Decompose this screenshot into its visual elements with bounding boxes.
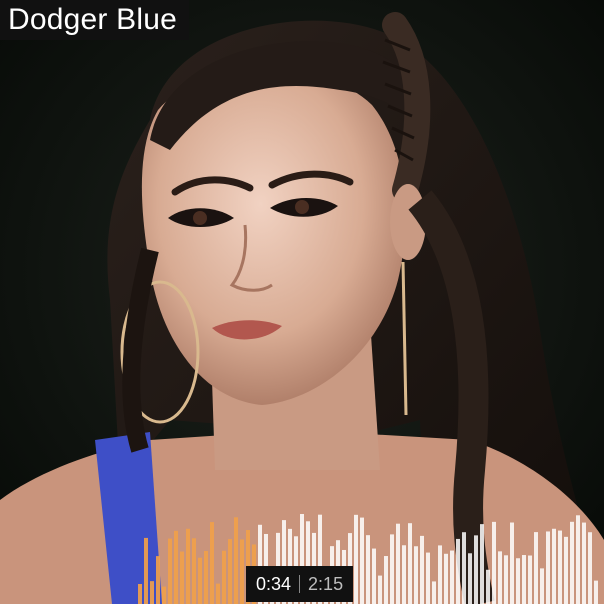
waveform-bar[interactable] bbox=[564, 536, 568, 604]
waveform-bar[interactable] bbox=[432, 581, 436, 604]
waveform-bar[interactable] bbox=[414, 546, 418, 604]
waveform-bar[interactable] bbox=[366, 535, 370, 604]
waveform-bar[interactable] bbox=[468, 553, 472, 604]
duration: 2:15 bbox=[308, 573, 344, 594]
title-bar: Dodger Blue bbox=[0, 0, 189, 40]
waveform-bar[interactable] bbox=[450, 550, 454, 604]
waveform-bar[interactable] bbox=[156, 556, 160, 604]
waveform-bar[interactable] bbox=[456, 538, 460, 604]
waveform-bar[interactable] bbox=[222, 550, 226, 604]
waveform-bar[interactable] bbox=[582, 522, 586, 604]
waveform-bar[interactable] bbox=[216, 583, 220, 604]
waveform-bar[interactable] bbox=[540, 568, 544, 604]
waveform-bar[interactable] bbox=[204, 550, 208, 604]
waveform-bar[interactable] bbox=[474, 535, 478, 604]
waveform-bar[interactable] bbox=[534, 532, 538, 604]
waveform-bar[interactable] bbox=[192, 538, 196, 604]
waveform-bar[interactable] bbox=[390, 534, 394, 604]
waveform-bar[interactable] bbox=[588, 532, 592, 604]
waveform-bar[interactable] bbox=[186, 528, 190, 604]
waveform-bar[interactable] bbox=[528, 555, 532, 604]
waveform-bar[interactable] bbox=[360, 517, 364, 604]
waveform-bar[interactable] bbox=[378, 575, 382, 604]
waveform-bar[interactable] bbox=[486, 569, 490, 604]
waveform-bar[interactable] bbox=[516, 558, 520, 604]
waveform-bar[interactable] bbox=[576, 515, 580, 604]
waveform-bar[interactable] bbox=[408, 523, 412, 604]
waveform-bar[interactable] bbox=[396, 523, 400, 604]
waveform-bar[interactable] bbox=[480, 524, 484, 604]
waveform-bar[interactable] bbox=[198, 557, 202, 604]
waveform-bar[interactable] bbox=[210, 522, 214, 604]
waveform-bar[interactable] bbox=[426, 552, 430, 604]
waveform-bar[interactable] bbox=[594, 580, 598, 604]
waveform-bar[interactable] bbox=[228, 539, 232, 604]
waveform-bar[interactable] bbox=[162, 586, 166, 604]
waveform-bar[interactable] bbox=[420, 535, 424, 604]
waveform-bar[interactable] bbox=[552, 528, 556, 604]
waveform-bar[interactable] bbox=[570, 521, 574, 604]
waveform-bar[interactable] bbox=[510, 522, 514, 604]
player-frame: Dodger Blue 0:34 2:15 bbox=[0, 0, 604, 604]
waveform-bar[interactable] bbox=[546, 531, 550, 604]
waveform-bar[interactable] bbox=[402, 545, 406, 604]
waveform-bar[interactable] bbox=[558, 530, 562, 604]
waveform-bar[interactable] bbox=[138, 584, 142, 604]
waveform-bar[interactable] bbox=[150, 581, 154, 604]
time-separator bbox=[299, 575, 301, 593]
waveform-bar[interactable] bbox=[462, 532, 466, 604]
waveform-bar[interactable] bbox=[180, 551, 184, 604]
waveform-bar[interactable] bbox=[168, 538, 172, 604]
waveform-bar[interactable] bbox=[240, 539, 244, 604]
track-title: Dodger Blue bbox=[8, 3, 177, 36]
waveform-bar[interactable] bbox=[504, 555, 508, 604]
waveform-bar[interactable] bbox=[234, 517, 238, 604]
waveform-bar[interactable] bbox=[498, 551, 502, 604]
waveform-bar[interactable] bbox=[144, 537, 148, 604]
current-time: 0:34 bbox=[256, 573, 292, 594]
waveform-bar[interactable] bbox=[384, 556, 388, 604]
waveform-bar[interactable] bbox=[354, 514, 358, 604]
time-display: 0:34 2:15 bbox=[246, 566, 354, 602]
waveform-bar[interactable] bbox=[174, 530, 178, 604]
waveform-bar[interactable] bbox=[522, 555, 526, 604]
waveform-bar[interactable] bbox=[444, 553, 448, 604]
waveform-bar[interactable] bbox=[372, 548, 376, 604]
waveform-bar[interactable] bbox=[438, 545, 442, 604]
waveform-bar[interactable] bbox=[492, 521, 496, 604]
